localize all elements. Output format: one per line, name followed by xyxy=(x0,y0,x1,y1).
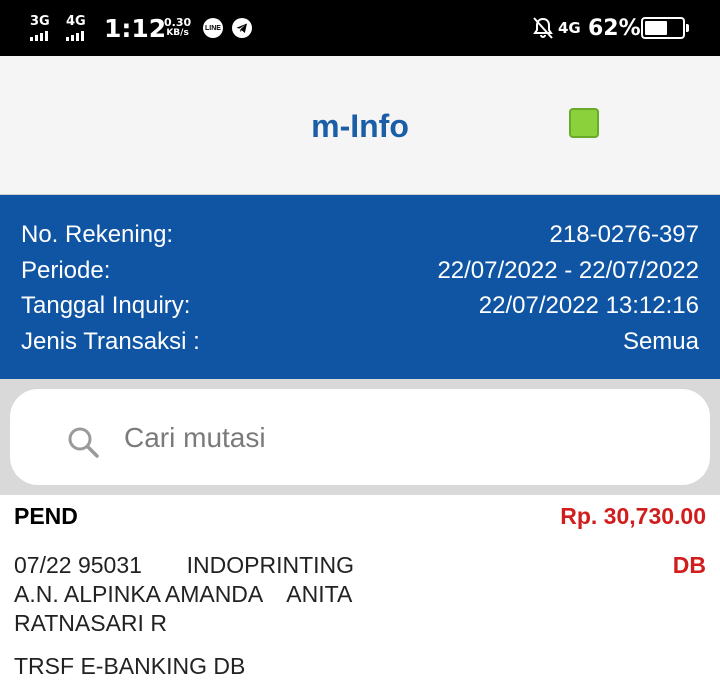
search-section xyxy=(0,379,720,495)
network-label: 3G xyxy=(30,14,50,29)
transaction-type-row: Jenis Transaksi : Semua xyxy=(21,324,699,360)
inquiry-date-label: Tanggal Inquiry: xyxy=(21,292,191,319)
account-number-value: 218-0276-397 xyxy=(549,221,699,248)
signal-bars-icon xyxy=(66,31,84,41)
transaction-amount: Rp. 30,730.00 xyxy=(560,503,706,529)
battery-icon xyxy=(641,0,689,56)
inquiry-date-row: Tanggal Inquiry: 22/07/2022 13:12:16 xyxy=(21,288,699,324)
battery-percent: 62% xyxy=(588,0,641,56)
inquiry-date-value: 22/07/2022 13:12:16 xyxy=(478,292,699,319)
speed-value: 0.30 xyxy=(164,16,192,29)
account-info-panel: No. Rekening: 218-0276-397 Periode: 22/0… xyxy=(0,195,720,379)
network-indicator-4g: 4G xyxy=(66,0,86,56)
transaction-type-label: Jenis Transaksi : xyxy=(21,328,200,355)
transaction-type-value: Semua xyxy=(622,328,699,355)
clock: 1:12 xyxy=(104,0,166,56)
network-4g-indicator: 4G xyxy=(558,0,581,56)
network-indicator-3g: 3G xyxy=(30,0,50,56)
line-app-icon: LINE xyxy=(203,0,223,56)
app-header: m-Info xyxy=(0,56,720,195)
period-value: 22/07/2022 - 22/07/2022 xyxy=(437,257,699,284)
battery-percent-text: 62% xyxy=(588,15,641,41)
search-icon xyxy=(68,427,99,458)
search-bar[interactable] xyxy=(10,389,710,485)
transaction-type-badge: DB xyxy=(672,552,706,578)
transaction-item[interactable]: PEND Rp. 30,730.00 07/22 95031 INDOPRINT… xyxy=(0,495,720,697)
battery-shape xyxy=(641,17,689,39)
search-input[interactable] xyxy=(122,419,686,457)
telegram-icon xyxy=(232,0,252,56)
transaction-description: 07/22 95031 INDOPRINTING A.N. ALPINKA AM… xyxy=(14,552,355,636)
transaction-status: PEND xyxy=(14,503,78,529)
account-number-label: No. Rekening: xyxy=(21,221,174,248)
network-speed: 0.30 KB/s xyxy=(164,0,191,56)
battery-fill xyxy=(645,21,667,35)
speed-unit: KB/s xyxy=(166,28,189,38)
network-label: 4G xyxy=(66,14,86,29)
signal-bars-icon xyxy=(30,31,48,41)
clock-time: 1:12 xyxy=(104,13,167,43)
network-label: 4G xyxy=(558,18,581,37)
notifications-off-icon xyxy=(532,0,554,56)
period-label: Periode: xyxy=(21,257,111,284)
page-title: m-Info xyxy=(311,108,409,144)
line-app-badge: LINE xyxy=(203,18,223,38)
account-number-row: No. Rekening: 218-0276-397 xyxy=(21,217,699,253)
period-row: Periode: 22/07/2022 - 22/07/2022 xyxy=(21,253,699,289)
transaction-note: TRSF E-BANKING DB xyxy=(14,653,246,679)
status-bar: 3G 4G 1:12 0.30 KB/s LINE 4G 62% xyxy=(0,0,720,56)
status-indicator-icon xyxy=(569,108,599,138)
